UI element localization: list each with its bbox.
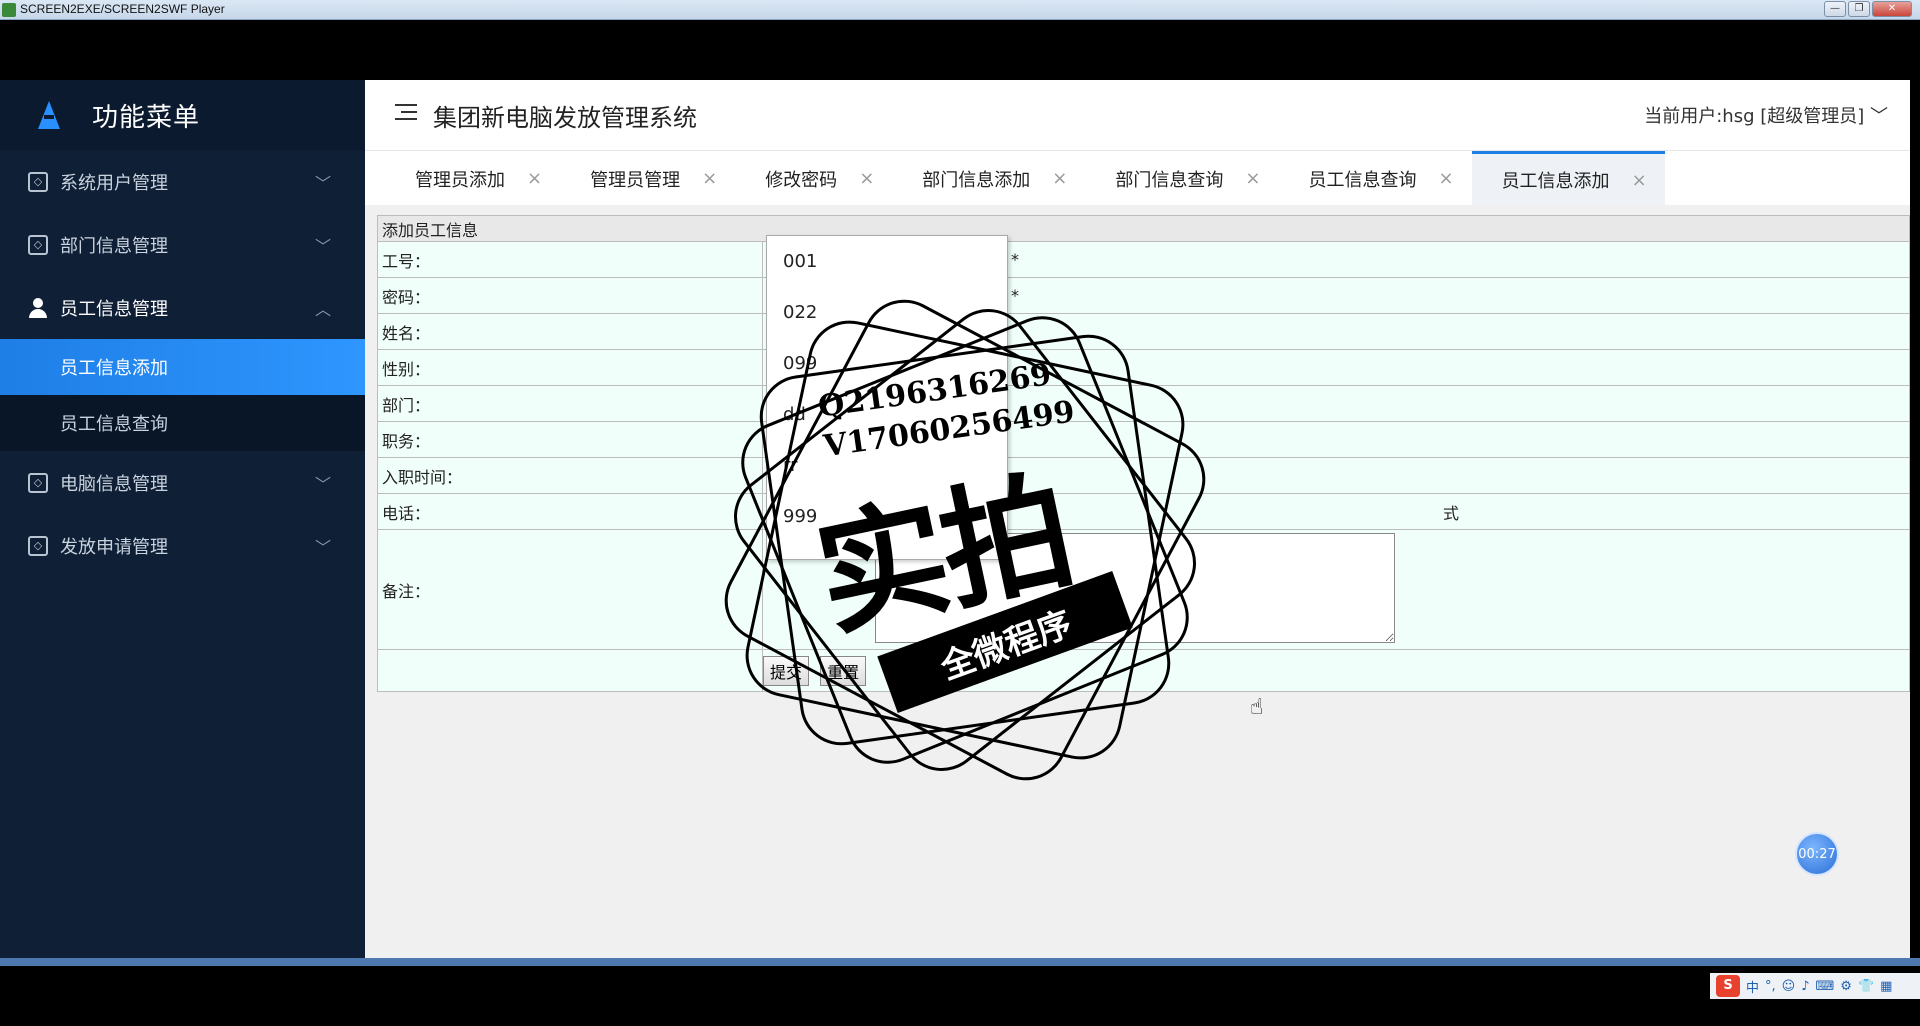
page-title: 集团新电脑发放管理系统: [433, 104, 697, 132]
chevron-down-icon: ﹀: [314, 237, 331, 256]
tab-dept-add[interactable]: 部门信息添加 ×: [892, 151, 1085, 206]
sidebar-brand: 功能菜单: [0, 80, 365, 150]
tab-employee-query[interactable]: 员工信息查询 ×: [1278, 151, 1471, 206]
close-icon[interactable]: ×: [1052, 168, 1067, 189]
tab-label: 管理员管理: [590, 169, 681, 191]
autocomplete-option[interactable]: 001: [767, 236, 1007, 287]
skin-icon[interactable]: 👕: [1858, 979, 1874, 994]
tab-admin-add[interactable]: 管理员添加 ×: [385, 151, 560, 206]
sidebar-item-label: 发放申请管理: [60, 536, 168, 558]
tab-label: 员工信息添加: [1501, 171, 1610, 192]
sidebar-item-label: 员工信息管理: [60, 298, 168, 320]
name-label: 姓名：: [377, 313, 763, 350]
emp-no-label: 工号：: [377, 241, 763, 278]
sidebar-item-computer[interactable]: ◇ 电脑信息管理 ﹀: [0, 451, 365, 514]
minimize-button[interactable]: —: [1824, 1, 1846, 17]
employee-submenu: 员工信息添加 员工信息查询: [0, 339, 365, 451]
employee-form: 添加员工信息 工号： * 密码： * 姓名： 性别： 部门： 职务： 入职时间：…: [377, 215, 1910, 692]
tab-change-password[interactable]: 修改密码 ×: [735, 151, 892, 206]
logo-icon: [34, 99, 64, 131]
phone-label: 电话：: [377, 493, 763, 530]
taskbar: [0, 958, 1920, 966]
close-icon[interactable]: ×: [1438, 168, 1453, 189]
dept-label: 部门：: [377, 385, 763, 422]
form-caption: 添加员工信息: [377, 215, 1910, 242]
hire-date-label: 入职时间：: [377, 457, 763, 494]
close-icon[interactable]: ×: [859, 168, 874, 189]
close-icon[interactable]: ×: [1632, 170, 1647, 191]
sidebar: 功能菜单 ◇ 系统用户管理 ﹀ ◇ 部门信息管理 ﹀ 员工信息管理 ︿ 员工信息…: [0, 80, 365, 958]
current-user-menu[interactable]: 当前用户:hsg [超级管理员] ﹀: [1644, 102, 1888, 128]
user-icon: [28, 297, 48, 318]
top-header: 集团新电脑发放管理系统 当前用户:hsg [超级管理员] ﹀: [365, 80, 1910, 150]
tab-employee-add[interactable]: 员工信息添加 ×: [1471, 151, 1665, 206]
sidebar-item-employee[interactable]: 员工信息管理 ︿: [0, 276, 365, 339]
chevron-down-icon: ﹀: [314, 475, 331, 494]
tab-admin-manage[interactable]: 管理员管理 ×: [560, 151, 735, 206]
password-label: 密码：: [377, 277, 763, 314]
submit-button[interactable]: 提交: [763, 655, 810, 686]
gender-label: 性别：: [377, 349, 763, 386]
close-button[interactable]: ✕: [1872, 1, 1912, 17]
sidebar-item-label: 部门信息管理: [60, 235, 168, 257]
autocomplete-option[interactable]: 022: [767, 287, 1007, 338]
player-app-icon: [2, 3, 16, 17]
required-mark: *: [1011, 250, 1019, 269]
cube-icon: ◇: [28, 171, 48, 192]
keyboard-icon[interactable]: ⌨: [1816, 979, 1835, 994]
tab-dept-query[interactable]: 部门信息查询 ×: [1085, 151, 1278, 206]
sidebar-item-label: 电脑信息管理: [60, 473, 168, 495]
tab-bar: 管理员添加 × 管理员管理 × 修改密码 × 部门信息添加 × 部门信息查询 × 员工信息…: [365, 150, 1910, 206]
tab-label: 部门信息查询: [1115, 169, 1224, 191]
cube-icon: ◇: [28, 535, 48, 556]
cube-icon: ◇: [28, 472, 48, 493]
close-icon[interactable]: ×: [1245, 168, 1260, 189]
grid-icon[interactable]: ▦: [1880, 979, 1892, 994]
window-controls: — ❐ ✕: [1824, 1, 1912, 17]
submenu-item-employee-query[interactable]: 员工信息查询: [0, 395, 365, 451]
ime-toolbar[interactable]: S 中 °, ☺ ♪ ⌨ ⚙ 👕 ▦: [1710, 973, 1920, 999]
main-content: 添加员工信息 工号： * 密码： * 姓名： 性别： 部门： 职务： 入职时间：…: [365, 205, 1910, 958]
sidebar-title: 功能菜单: [92, 102, 201, 133]
tab-label: 部门信息添加: [922, 169, 1031, 191]
player-title-bar: SCREEN2EXE/SCREEN2SWF Player — ❐ ✕: [0, 0, 1920, 20]
submenu-item-employee-add[interactable]: 员工信息添加: [0, 339, 365, 395]
ime-mode[interactable]: 中: [1746, 977, 1759, 996]
settings-icon[interactable]: ⚙: [1840, 979, 1852, 994]
sidebar-item-system-users[interactable]: ◇ 系统用户管理 ﹀: [0, 150, 365, 213]
sogou-ime-icon[interactable]: S: [1716, 975, 1740, 997]
close-icon[interactable]: ×: [527, 168, 542, 189]
punctuation-icon[interactable]: °,: [1765, 979, 1776, 994]
player-title: SCREEN2EXE/SCREEN2SWF Player: [20, 2, 225, 16]
tab-label: 员工信息查询: [1308, 169, 1417, 191]
chevron-up-icon: ︿: [314, 300, 331, 319]
cube-icon: ◇: [28, 234, 48, 255]
tab-label: 管理员添加: [415, 169, 505, 191]
required-mark: *: [1011, 286, 1019, 305]
chevron-down-icon: ﹀: [314, 538, 331, 557]
menu-toggle-icon[interactable]: [395, 104, 417, 122]
microphone-icon[interactable]: ♪: [1801, 979, 1809, 994]
sidebar-item-distribution[interactable]: ◇ 发放申请管理 ﹀: [0, 514, 365, 577]
hand-cursor-icon: ☝: [1250, 695, 1264, 720]
tab-label: 修改密码: [765, 169, 838, 191]
close-icon[interactable]: ×: [702, 168, 717, 189]
restore-button[interactable]: ❐: [1848, 1, 1870, 17]
recording-timer[interactable]: 00:27: [1795, 832, 1839, 876]
sidebar-item-department[interactable]: ◇ 部门信息管理 ﹀: [0, 213, 365, 276]
sidebar-item-label: 系统用户管理: [60, 172, 168, 194]
remark-label: 备注：: [377, 529, 763, 650]
chevron-down-icon: ﹀: [314, 174, 331, 193]
emoji-icon[interactable]: ☺: [1782, 979, 1796, 994]
position-label: 职务：: [377, 421, 763, 458]
